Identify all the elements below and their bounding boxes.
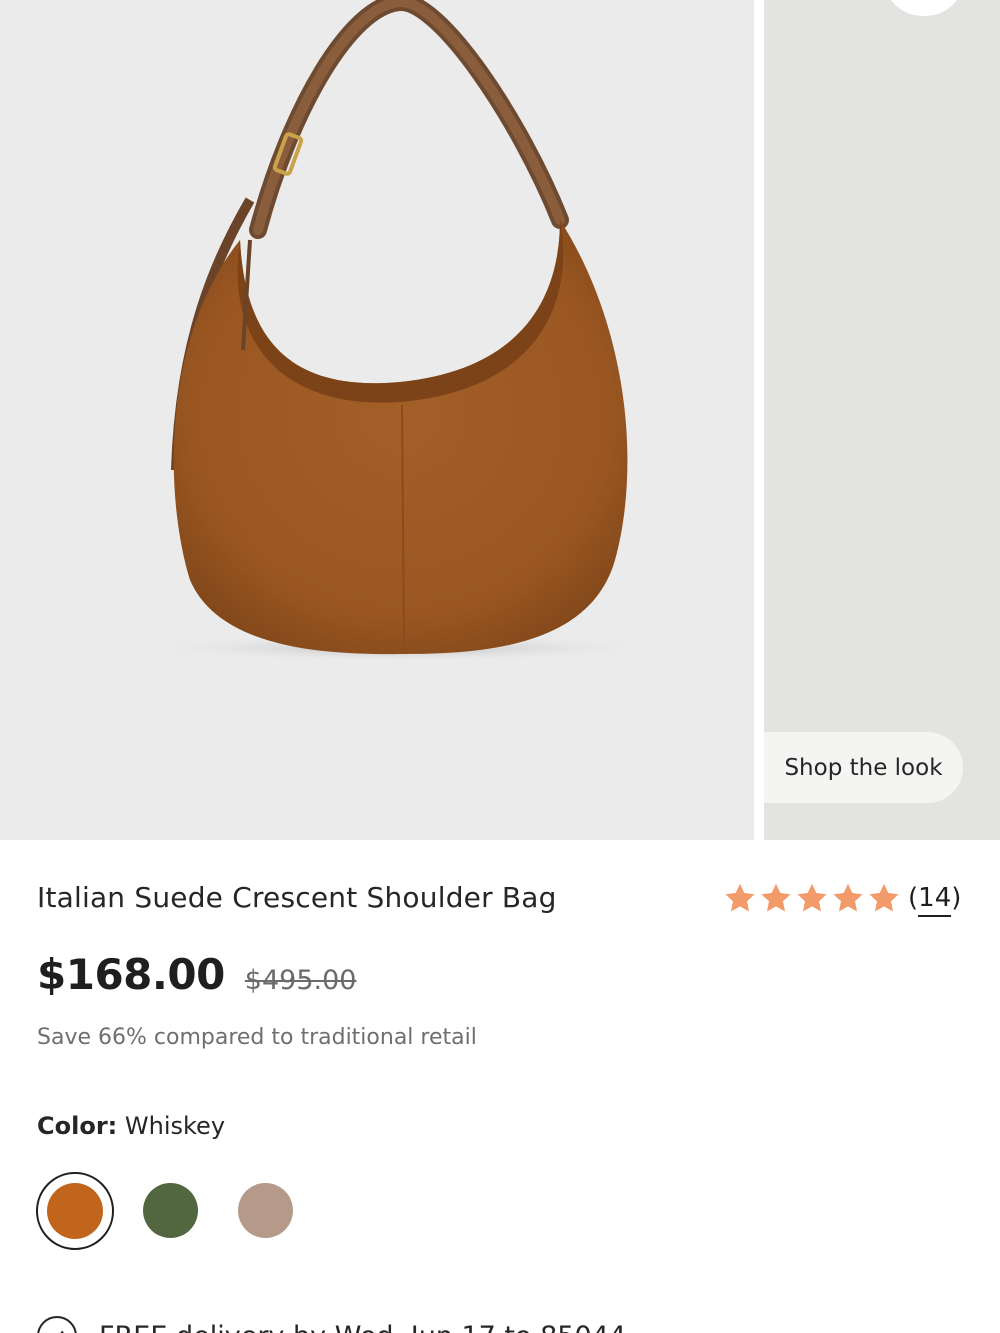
delivery-info: FREE delivery by Wed, Jun 17 to 85044 xyxy=(37,1316,626,1333)
original-price: $495.00 xyxy=(244,965,357,996)
star-icon xyxy=(869,883,899,912)
product-image-gallery[interactable]: Shop the look xyxy=(0,0,1000,840)
star-icon xyxy=(833,883,863,912)
current-price: $168.00 xyxy=(37,950,225,999)
color-swatch-taupe[interactable] xyxy=(238,1183,293,1238)
star-icon xyxy=(725,883,755,912)
color-label: Color: xyxy=(37,1112,118,1140)
review-count: 14 xyxy=(918,883,952,917)
color-selection-label: Color: Whiskey xyxy=(37,1112,225,1140)
selected-color-name: Whiskey xyxy=(124,1112,226,1140)
savings-note: Save 66% compared to traditional retail xyxy=(37,1025,477,1050)
price-row: $168.00 $495.00 xyxy=(37,950,356,999)
color-swatch-green[interactable] xyxy=(143,1183,198,1238)
star-icon xyxy=(797,883,827,912)
color-swatch-whiskey[interactable] xyxy=(47,1183,103,1239)
product-title: Italian Suede Crescent Shoulder Bag xyxy=(37,881,557,914)
delivery-text: FREE delivery by Wed, Jun 17 to 85044 xyxy=(99,1321,626,1333)
rating-summary[interactable]: (14) xyxy=(722,880,961,917)
product-image-bag[interactable] xyxy=(0,0,754,840)
review-count-link[interactable]: (14) xyxy=(908,883,961,917)
product-image-model[interactable] xyxy=(764,0,1000,840)
shop-the-look-button[interactable]: Shop the look xyxy=(764,732,963,803)
star-icon xyxy=(761,883,791,912)
check-circle-icon xyxy=(37,1316,77,1333)
bag-illustration xyxy=(140,0,660,662)
